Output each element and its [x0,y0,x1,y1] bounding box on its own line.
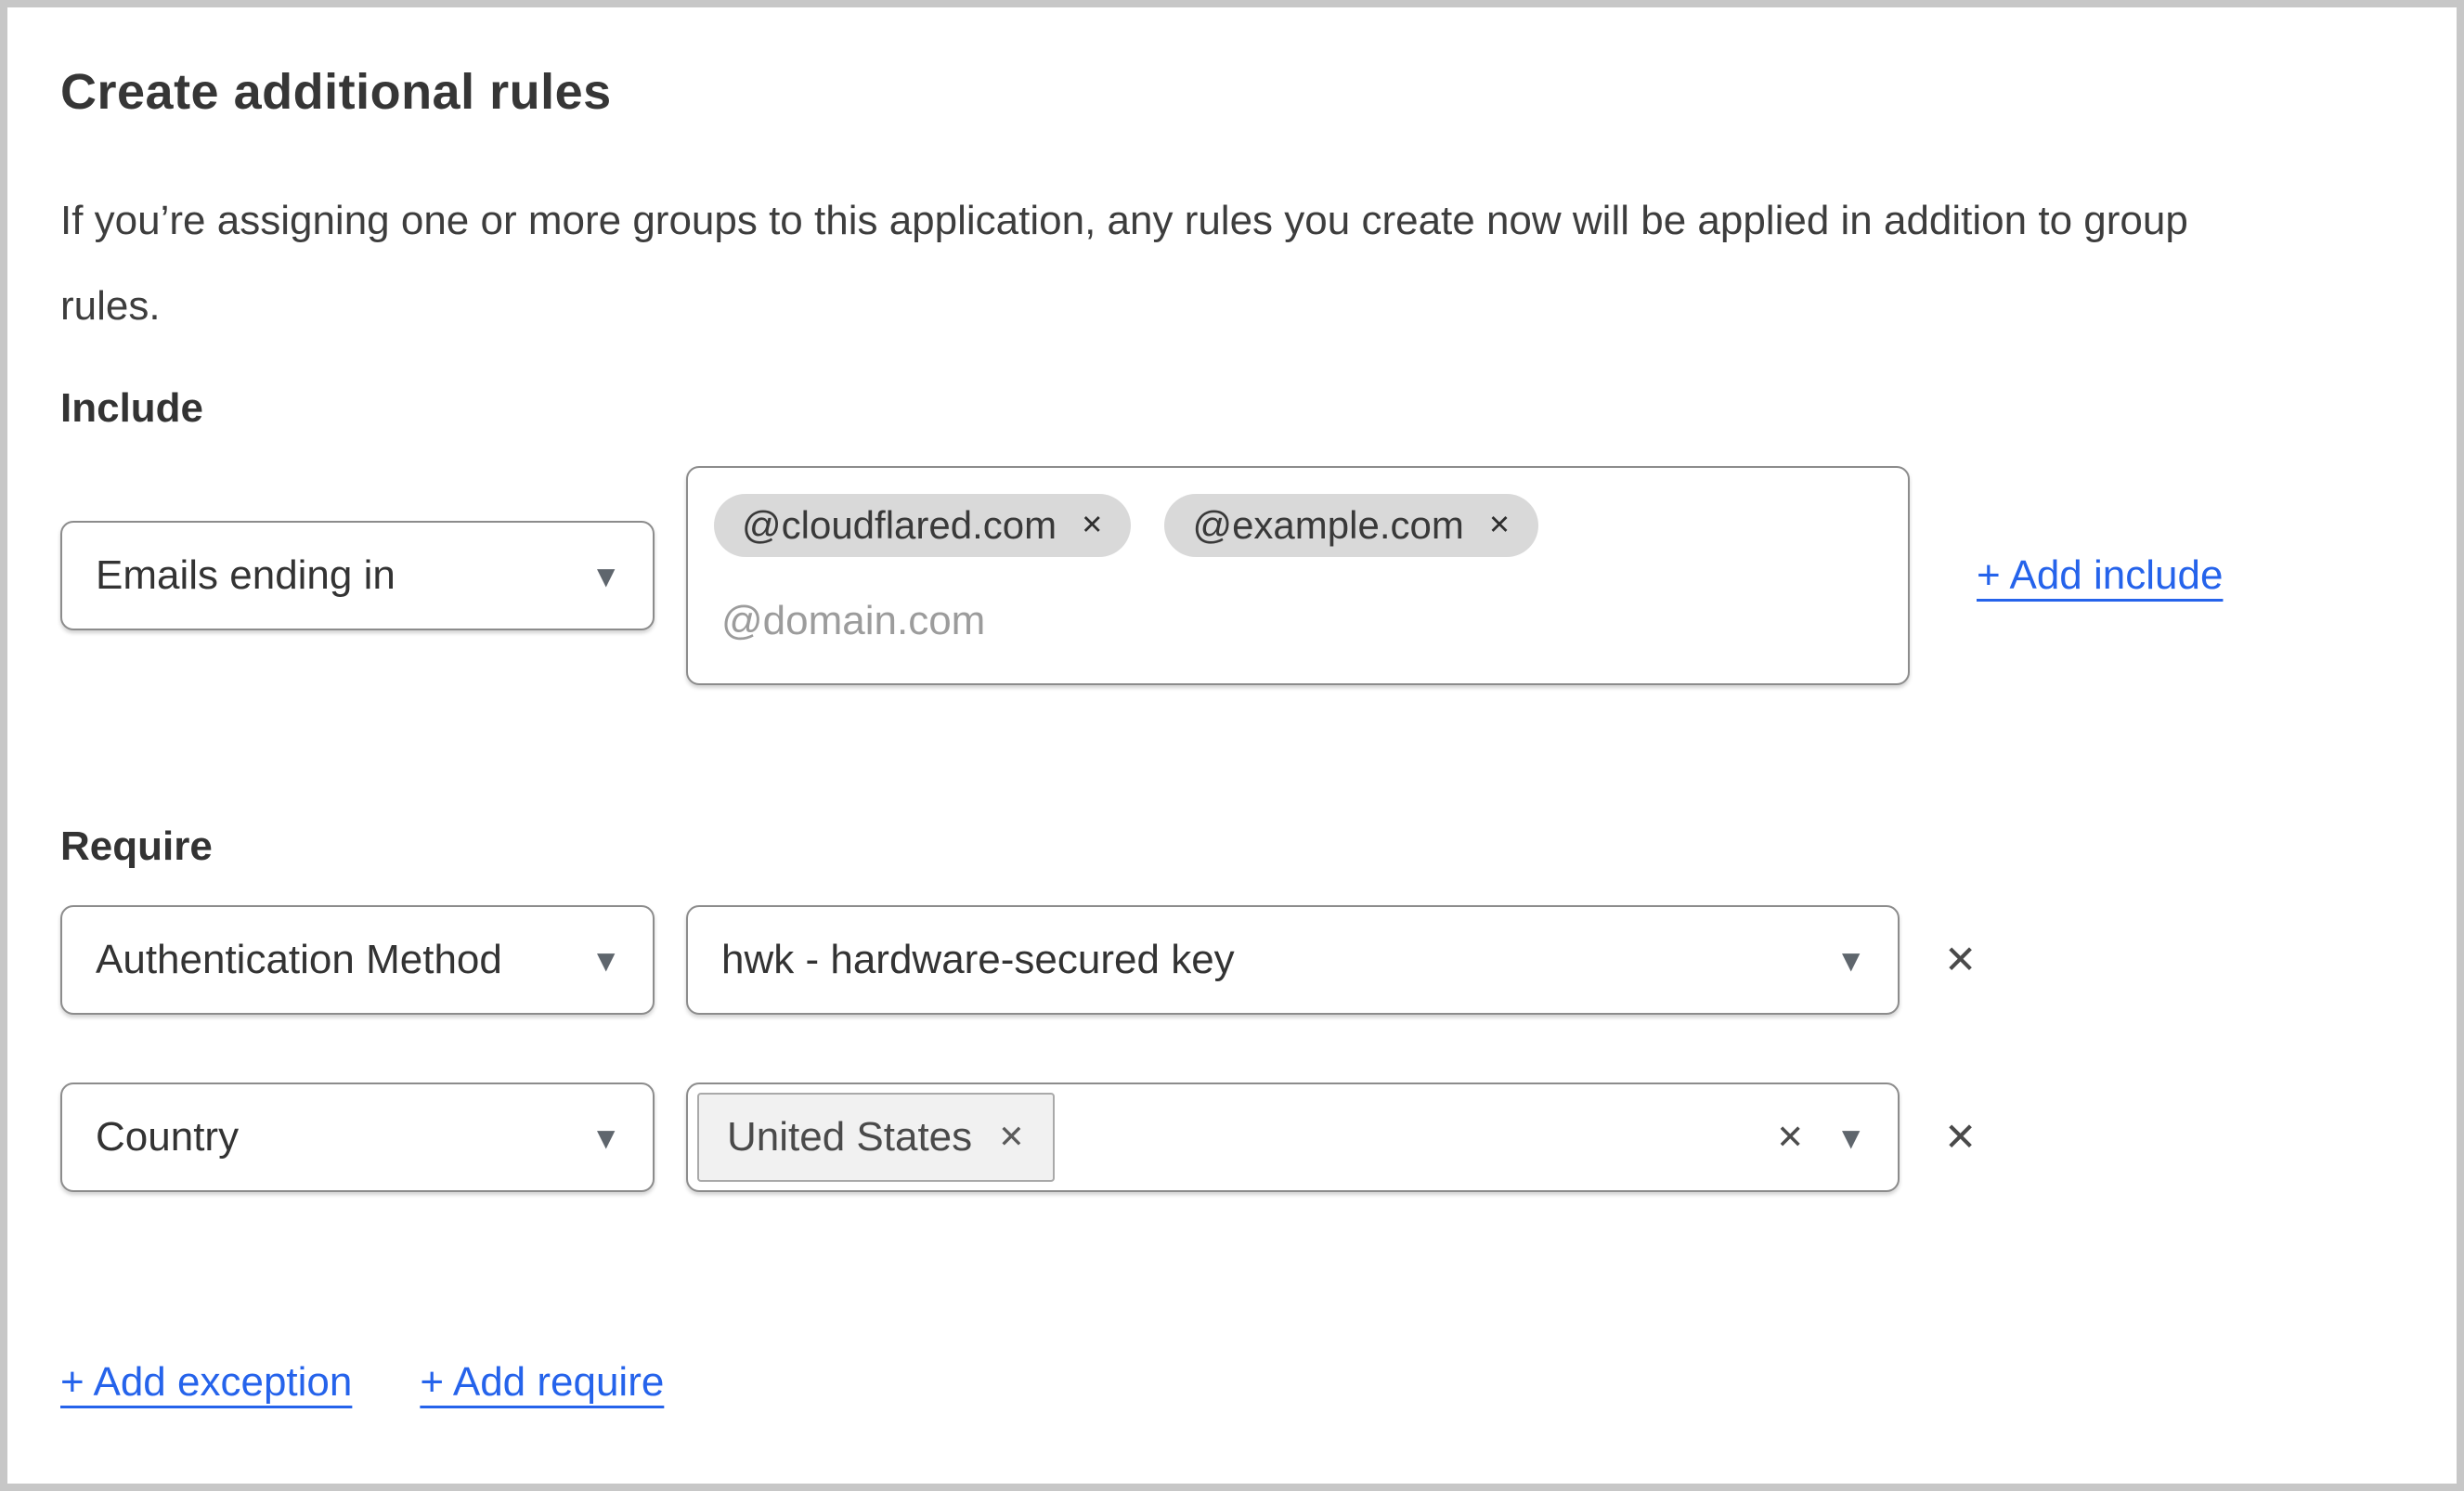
require-section-label: Require [60,823,213,869]
page-description: If you’re assigning one or more groups t… [60,178,2408,349]
require-rule-type-select[interactable]: Country ▼ [60,1083,655,1192]
require-rule-type-value: Authentication Method [96,937,502,982]
email-domain-input[interactable] [721,598,1557,644]
country-tag-label: United States [727,1114,973,1160]
email-tag: @example.com ✕ [1164,494,1539,557]
add-require-link[interactable]: + Add require [420,1359,664,1406]
require-rule-row-authentication: Authentication Method ▼ hwk - hardware-s… [60,905,2408,1015]
require-rule-type-value: Country [96,1114,240,1160]
include-rule-row: Emails ending in ▼ @cloudflared.com ✕ @e… [60,466,2408,685]
page-title: Create additional rules [60,64,612,120]
include-section-label: Include [60,385,204,431]
country-multiselect[interactable]: United States ✕ ✕ ▼ [686,1083,1900,1192]
tag-remove-icon[interactable]: ✕ [1488,512,1511,539]
require-rule-row-country: Country ▼ United States ✕ ✕ ▼ ✕ [60,1083,2408,1192]
authentication-method-select[interactable]: hwk - hardware-secured key ▼ [686,905,1900,1015]
include-emails-tag-input[interactable]: @cloudflared.com ✕ @example.com ✕ [686,466,1910,685]
screenshot-frame: Create additional rules If you’re assign… [0,0,2464,1491]
clear-selection-icon[interactable]: ✕ [1776,1121,1804,1154]
email-tag-label: @cloudflared.com [742,503,1057,547]
page-description-line2: rules. [60,283,161,329]
include-rule-type-select[interactable]: Emails ending in ▼ [60,521,655,630]
dropdown-caret-icon: ▼ [590,1120,621,1155]
footer-links: + Add exception + Add require [60,1359,2408,1406]
require-rule-type-select[interactable]: Authentication Method ▼ [60,905,655,1015]
dropdown-caret-icon: ▼ [590,942,621,978]
country-tag: United States ✕ [697,1093,1055,1182]
tag-remove-icon[interactable]: ✕ [998,1121,1025,1153]
email-tag: @cloudflared.com ✕ [714,494,1132,557]
dropdown-caret-icon: ▼ [590,558,621,593]
dropdown-caret-icon: ▼ [1835,1120,1866,1155]
add-exception-link[interactable]: + Add exception [60,1359,352,1406]
remove-rule-icon[interactable]: ✕ [1944,940,1977,979]
remove-rule-icon[interactable]: ✕ [1944,1118,1977,1157]
page-description-line1: If you’re assigning one or more groups t… [60,198,2188,243]
authentication-method-value: hwk - hardware-secured key [721,937,1235,982]
include-rule-type-value: Emails ending in [96,552,396,598]
include-tag-list: @cloudflared.com ✕ @example.com ✕ [714,494,1882,557]
email-tag-label: @example.com [1192,503,1464,547]
tag-remove-icon[interactable]: ✕ [1081,512,1103,539]
create-rules-panel: Create additional rules If you’re assign… [7,7,2457,1406]
add-include-link[interactable]: + Add include [1977,552,2223,599]
dropdown-caret-icon: ▼ [1835,942,1866,978]
